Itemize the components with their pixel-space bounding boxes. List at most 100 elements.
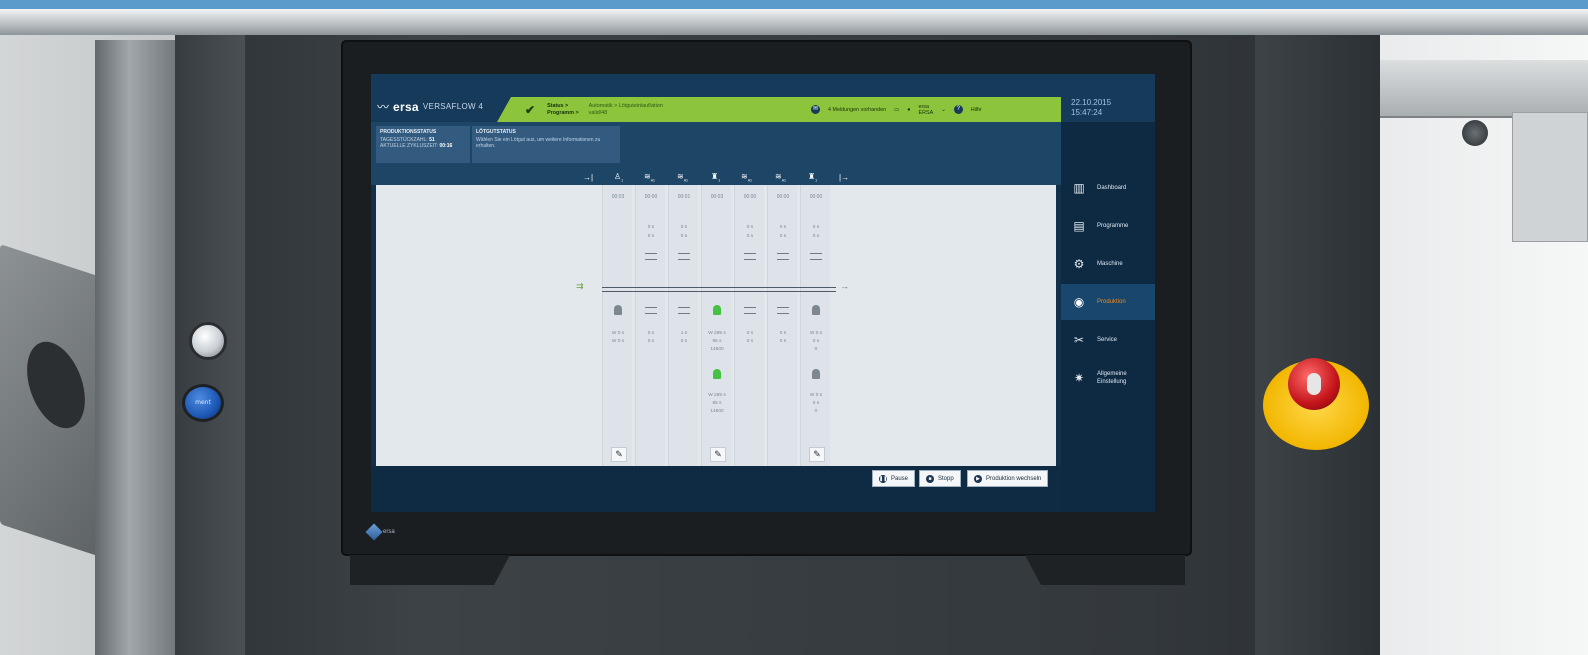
stop-button[interactable]: ■ Stopp — [919, 470, 961, 487]
status-values: Automatik > Lötguteinlauf/ation valid/48 — [589, 103, 663, 117]
pause-button[interactable]: ❚❚ Pause — [872, 470, 916, 487]
status-label: Status > — [547, 102, 569, 109]
side-navigation: ▥ Dashboard ▤ Programme ⚙ Maschine ◉ Produkt… — [1061, 122, 1155, 512]
datetime: 22.10.2015 15:47:24 — [1071, 98, 1111, 118]
column-value: 0 s — [746, 234, 754, 239]
service-wrench-button[interactable]: ✎ — [710, 447, 726, 462]
column-value: 0 s — [680, 339, 688, 344]
play-icon: ▶ — [974, 474, 982, 483]
right-post — [1255, 35, 1380, 655]
user-dropdown-chevron-icon[interactable]: ⌄ — [941, 107, 946, 113]
nav-item-produktion[interactable]: ◉ Produktion — [1061, 284, 1155, 320]
nav-item-programme[interactable]: ▤ Programme — [1061, 208, 1155, 244]
model-name: VERSAFLOW 4 — [422, 102, 484, 111]
module-column[interactable]: 00:03 W 285 s 85 s 14500 W 285 s 85 s 14… — [701, 185, 731, 466]
column-value: 14500 — [710, 347, 724, 352]
monitor-stand-right — [1025, 555, 1185, 585]
column-value: 0 s — [812, 234, 820, 239]
monitor-icon[interactable]: ▭ — [894, 107, 899, 113]
column-value: W 0 s — [611, 331, 625, 336]
solder-pot-icon — [812, 305, 820, 315]
help-icon[interactable]: ? — [953, 105, 963, 114]
module-columns: 00:03 W 0 s W 0 s 00:00 0 s 0 s 0 s 0 s … — [602, 185, 836, 466]
column-value: 0 s — [779, 225, 787, 230]
exit-arrow-icon[interactable]: |→ — [839, 173, 849, 182]
module-column[interactable]: 00:00 0 s 0 s 0 s 0 s — [767, 185, 797, 466]
module-fluxer[interactable]: ♙1 — [614, 172, 623, 183]
fluxer-icon — [614, 305, 622, 315]
emergency-stop-button[interactable] — [1288, 358, 1340, 410]
column-value: 85 s — [712, 401, 722, 406]
messages-link[interactable]: 4 Meldungen vorhanden — [828, 107, 886, 113]
module-toolbar: →| ♙1 ≋A1 ≋A1 ♜1 ≋A1 ≋A1 ♜1 |→ — [371, 170, 1061, 185]
module-column[interactable]: 00:00 0 s 0 s 0 s 0 s — [635, 185, 665, 466]
nav-item-maschine[interactable]: ⚙ Maschine — [1061, 246, 1155, 282]
monitor-stand-left — [350, 555, 510, 585]
service-wrench-button[interactable]: ✎ — [809, 447, 825, 462]
column-value: W 0 s — [809, 393, 823, 398]
module-column[interactable]: 00:01 0 s 0 s 1 s 0 s — [668, 185, 698, 466]
service-wrench-button[interactable]: ✎ — [611, 447, 627, 462]
module-column[interactable]: 00:00 0 s 0 s W 0 s 0 s 0 W 0 s 0 s 0 — [800, 185, 830, 466]
module-preheat-4[interactable]: ≋A1 — [775, 172, 786, 183]
column-value: 0 s — [680, 225, 688, 230]
change-production-button[interactable]: ▶ Produktion wechseln — [967, 470, 1049, 487]
message-icon[interactable]: ✉ — [811, 105, 820, 114]
wrench-icon: ✂ — [1073, 333, 1085, 347]
column-value: 0 s — [647, 234, 655, 239]
right-bracket — [1380, 60, 1588, 118]
date-label: 22.10.2015 — [1071, 98, 1112, 107]
heater-icon — [777, 253, 789, 260]
module-solder-2[interactable]: ♜1 — [808, 172, 817, 183]
nav-item-service[interactable]: ✂ Service — [1061, 322, 1155, 358]
column-value: 0 — [814, 409, 818, 414]
module-column[interactable]: 00:03 W 0 s W 0 s — [602, 185, 632, 466]
cycle-time: AKTUELLE ZYKLUSZEIT: 00:16 — [380, 143, 453, 149]
solder-status-text: Wählen Sie ein Lötgut aus, um weitere In… — [476, 137, 601, 149]
check-icon: ✔ — [525, 102, 536, 117]
nav-item-dashboard[interactable]: ▥ Dashboard — [1061, 170, 1155, 206]
user-info[interactable]: ersa ERSA — [919, 104, 934, 116]
blue-pushbutton[interactable]: ment — [182, 384, 224, 422]
column-value: 0 s — [779, 339, 787, 344]
column-value: 0 s — [746, 331, 754, 336]
settings-icon: ✷ — [1073, 371, 1085, 385]
column-value: 1 s — [680, 331, 688, 336]
status-labels: Status > Programm > — [547, 103, 579, 117]
solder-status-title: LÖTGUTSTATUS — [476, 129, 516, 135]
heater-icon — [645, 307, 657, 314]
column-time: 00:03 — [710, 194, 724, 200]
column-value: 0 s — [812, 225, 820, 230]
module-solder-1[interactable]: ♜1 — [711, 172, 720, 183]
solder-pot-icon — [812, 369, 820, 379]
column-value: 0 s — [779, 331, 787, 336]
program-value: valid/48 — [588, 109, 608, 116]
module-preheat-3[interactable]: ≋A1 — [741, 172, 752, 183]
solder-pot-active-icon — [713, 369, 721, 379]
white-pushbutton[interactable] — [189, 322, 227, 360]
bezel-logo-icon — [365, 523, 383, 541]
module-column[interactable]: 00:00 0 s 0 s 0 s 0 s — [734, 185, 764, 466]
module-preheat-1[interactable]: ≋A1 — [644, 172, 655, 183]
conveyor-entry-icon: ⇉ — [576, 281, 584, 291]
stop-icon: ■ — [926, 474, 934, 483]
bar-chart-icon: ▥ — [1073, 181, 1085, 195]
bolt — [1462, 120, 1488, 146]
column-time: 00:00 — [743, 194, 757, 200]
column-value: 0 s — [746, 339, 754, 344]
module-preheat-2[interactable]: ≋A1 — [677, 172, 688, 183]
heater-icon — [777, 307, 789, 314]
nav-item-allgemeine-einstellung[interactable]: ✷ Allgemeine Einstellung — [1061, 360, 1155, 396]
programs-icon: ▤ — [1073, 219, 1085, 233]
help-link[interactable]: Hilfe — [971, 107, 982, 113]
enter-arrow-icon[interactable]: →| — [583, 173, 593, 182]
heater-icon — [645, 253, 657, 260]
heater-icon — [744, 253, 756, 260]
column-time: 00:03 — [611, 194, 625, 200]
program-label: Programm > — [547, 109, 579, 116]
right-junction-box — [1512, 112, 1588, 242]
top-frame — [0, 0, 1588, 9]
column-time: 00:01 — [677, 194, 691, 200]
gears-icon: ⚙ — [1073, 257, 1085, 271]
column-value: 85 s — [712, 339, 722, 344]
